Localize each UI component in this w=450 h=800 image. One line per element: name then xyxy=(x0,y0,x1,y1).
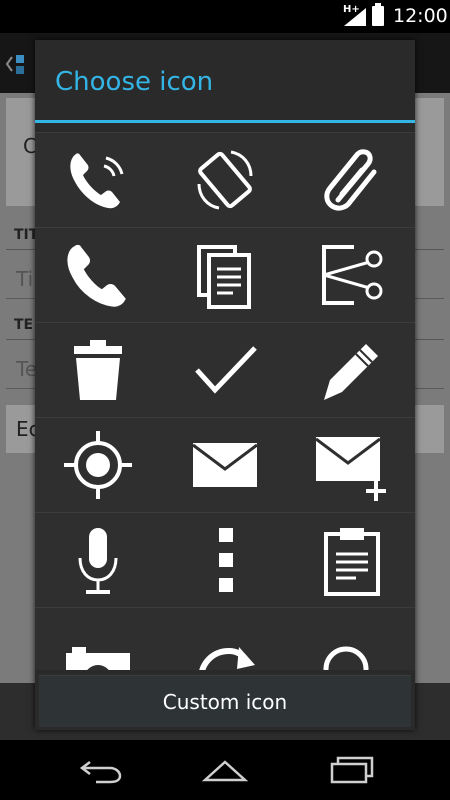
clock: 12:00 xyxy=(393,5,448,27)
refresh-icon xyxy=(199,647,255,670)
pencil-icon xyxy=(323,344,378,400)
icon-cell[interactable] xyxy=(35,512,162,607)
clipboard-icon xyxy=(323,528,380,596)
icon-cell[interactable] xyxy=(288,607,415,670)
title-divider xyxy=(35,120,415,123)
mail-icon xyxy=(192,443,258,487)
overflow-menu-icon xyxy=(218,528,233,592)
phone-ringing-icon xyxy=(70,153,124,209)
icon-cell[interactable] xyxy=(161,322,289,417)
choose-icon-dialog: Choose icon Custom icon xyxy=(35,40,415,730)
icon-cell[interactable] xyxy=(161,227,289,322)
icon-cell[interactable] xyxy=(288,227,415,322)
icon-cell[interactable] xyxy=(35,417,162,512)
icon-cell[interactable] xyxy=(35,132,162,227)
icon-cell[interactable] xyxy=(35,607,162,670)
trash-icon xyxy=(74,340,123,400)
text-placeholder: Te xyxy=(16,357,38,381)
screen-rotation-icon xyxy=(197,150,253,210)
icon-cell[interactable] xyxy=(288,512,415,607)
search-icon xyxy=(323,646,369,670)
signal-icon xyxy=(344,8,366,26)
checkmark-icon xyxy=(195,346,257,394)
navigation-bar xyxy=(0,740,450,800)
home-button[interactable] xyxy=(201,754,249,786)
back-button[interactable] xyxy=(76,754,124,786)
recent-apps-button[interactable] xyxy=(328,754,376,786)
mail-add-icon xyxy=(315,437,386,501)
icon-cell[interactable] xyxy=(288,132,415,227)
cut-icon xyxy=(321,245,383,305)
home-icon xyxy=(201,760,249,782)
icon-cell[interactable] xyxy=(35,322,162,417)
icon-cell[interactable] xyxy=(161,417,289,512)
phone-icon xyxy=(67,244,127,307)
camera-icon xyxy=(66,647,131,670)
icon-grid-scroll[interactable] xyxy=(35,132,415,670)
dialog-title: Choose icon xyxy=(55,67,214,97)
recent-apps-icon xyxy=(330,756,374,784)
icon-cell[interactable] xyxy=(288,322,415,417)
custom-icon-button[interactable]: Custom icon xyxy=(39,675,411,727)
paperclip-icon xyxy=(324,149,377,211)
back-icon xyxy=(79,761,122,784)
icon-cell[interactable] xyxy=(161,132,289,227)
icon-cell[interactable] xyxy=(161,512,289,607)
status-bar: H+ 12:00 xyxy=(0,0,450,33)
app-back-icon xyxy=(5,55,24,74)
title-placeholder: Ti xyxy=(16,267,34,291)
icon-cell[interactable] xyxy=(288,417,415,512)
battery-icon xyxy=(372,3,384,26)
microphone-icon xyxy=(78,528,118,594)
text-section-label: TE xyxy=(14,317,34,333)
icon-cell[interactable] xyxy=(35,227,162,322)
icon-cell[interactable] xyxy=(161,607,289,670)
location-target-icon xyxy=(64,431,133,499)
copy-icon xyxy=(196,245,251,309)
icon-grid xyxy=(35,132,415,670)
